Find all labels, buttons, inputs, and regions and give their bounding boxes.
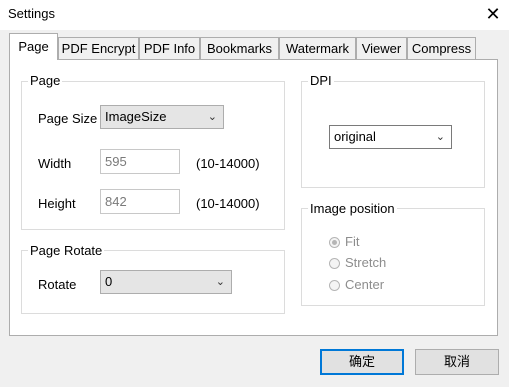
image-position-legend: Image position bbox=[308, 201, 397, 216]
tab-compress[interactable]: Compress bbox=[407, 37, 476, 59]
width-range: (10-14000) bbox=[196, 156, 260, 171]
radio-fit-label: Fit bbox=[345, 234, 360, 249]
tab-viewer[interactable]: Viewer bbox=[356, 37, 407, 59]
rotate-select[interactable]: 0 ⌄ bbox=[100, 270, 232, 294]
width-input[interactable]: 595 bbox=[100, 149, 180, 174]
radio-stretch-label: Stretch bbox=[345, 255, 387, 270]
radio-stretch[interactable] bbox=[329, 258, 340, 269]
height-range: (10-14000) bbox=[196, 196, 260, 211]
tab-page[interactable]: Page bbox=[9, 33, 58, 60]
radio-center[interactable] bbox=[329, 280, 340, 291]
rotate-label: Rotate bbox=[38, 277, 77, 292]
radio-center-label: Center bbox=[345, 277, 385, 292]
title-bar bbox=[0, 0, 509, 30]
page-size-select[interactable]: ImageSize ⌄ bbox=[100, 105, 224, 129]
tab-bookmarks[interactable]: Bookmarks bbox=[200, 37, 279, 59]
rotate-group-legend: Page Rotate bbox=[28, 243, 105, 258]
chevron-down-icon: ⌄ bbox=[207, 111, 217, 123]
cancel-button[interactable]: 取消 bbox=[415, 349, 499, 375]
tab-pdf-encrypt[interactable]: PDF Encrypt bbox=[58, 37, 139, 59]
height-input[interactable]: 842 bbox=[100, 189, 180, 214]
tab-pdf-info[interactable]: PDF Info bbox=[139, 37, 200, 59]
close-icon[interactable]: ✕ bbox=[480, 2, 506, 26]
rotate-value: 0 bbox=[105, 274, 113, 289]
width-label: Width bbox=[38, 156, 72, 171]
window-title: Settings bbox=[8, 6, 55, 21]
height-label: Height bbox=[38, 196, 76, 211]
dpi-value: original bbox=[334, 129, 376, 144]
page-size-value: ImageSize bbox=[105, 109, 167, 124]
ok-button[interactable]: 确定 bbox=[320, 349, 404, 375]
radio-fit[interactable] bbox=[329, 237, 340, 248]
chevron-down-icon: ⌄ bbox=[435, 131, 445, 143]
dpi-select[interactable]: original ⌄ bbox=[329, 125, 452, 149]
tab-watermark[interactable]: Watermark bbox=[279, 37, 356, 59]
radio-selected-dot bbox=[332, 240, 337, 245]
image-position-group bbox=[301, 208, 485, 306]
page-size-label: Page Size bbox=[38, 111, 98, 126]
dpi-group-legend: DPI bbox=[308, 73, 334, 88]
chevron-down-icon: ⌄ bbox=[215, 276, 225, 288]
page-group-legend: Page bbox=[28, 73, 63, 88]
